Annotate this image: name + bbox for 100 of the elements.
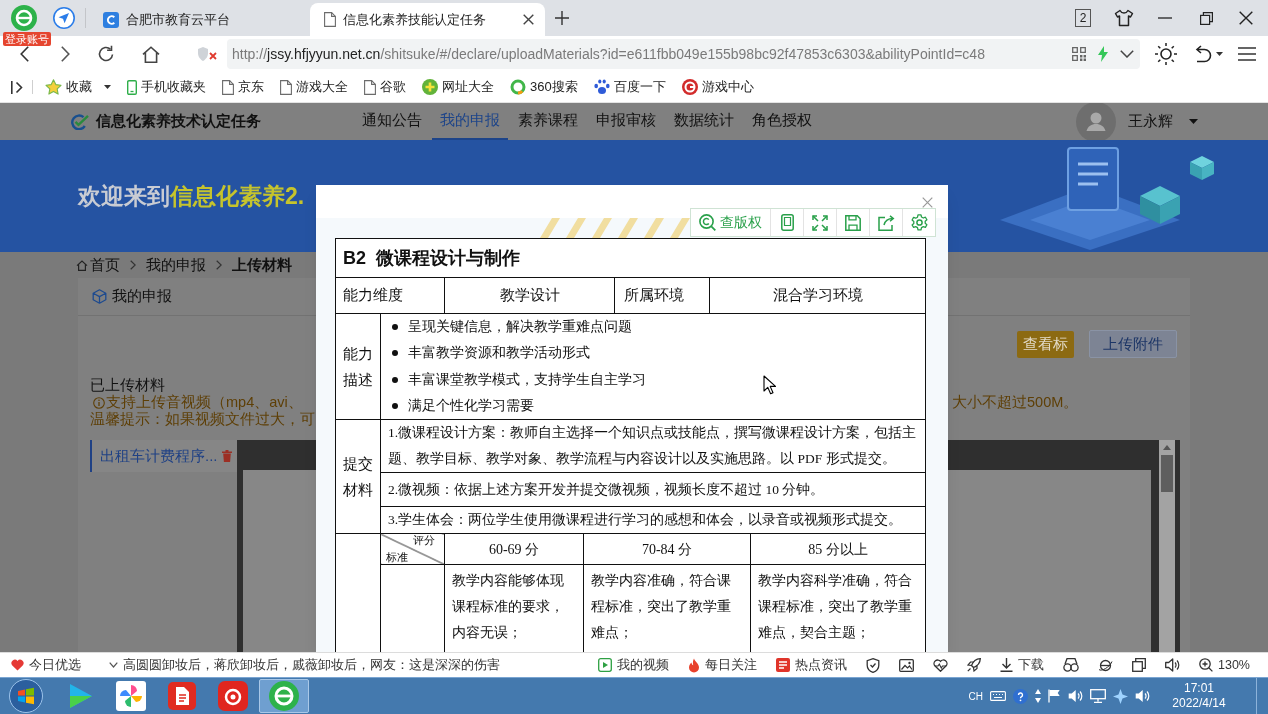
image-icon[interactable] bbox=[899, 658, 914, 672]
view-standard-button[interactable]: 查看标 bbox=[1017, 330, 1074, 358]
page-icon bbox=[222, 79, 234, 95]
browser-icon[interactable] bbox=[1098, 657, 1113, 673]
downloads-button[interactable]: 下载 bbox=[1000, 655, 1044, 675]
window-count-button[interactable]: 2 bbox=[1075, 9, 1091, 27]
target-app-icon bbox=[218, 681, 248, 711]
forward-icon[interactable] bbox=[61, 46, 70, 62]
zoom-level-button[interactable]: 130% bbox=[1199, 655, 1250, 675]
chevron-down-icon[interactable] bbox=[1120, 50, 1134, 58]
page-icon bbox=[364, 79, 376, 95]
zoom-icon bbox=[1199, 658, 1213, 672]
url-text: http://jssy.hfjyyun.net.cn/shitsuke/#/declare/uploadMaterials?id=e611fbb049e155b98bc92f47853c6303&abilityPointId=c48 bbox=[232, 45, 986, 64]
refresh-icon[interactable] bbox=[97, 45, 115, 63]
ring-icon bbox=[510, 79, 526, 95]
nav-tab[interactable]: 申报审核 bbox=[588, 103, 664, 140]
score-level: 60-69 分 bbox=[444, 533, 584, 565]
brightness-icon[interactable] bbox=[1155, 43, 1177, 65]
headline-link[interactable]: 高圆圆卸妆后，蒋欣卸妆后，戚薇卸妆后，网友：这是深深的伤害 bbox=[109, 655, 500, 675]
speaker-icon[interactable] bbox=[1165, 658, 1180, 672]
bookmark-link[interactable]: 网址大全 bbox=[422, 77, 494, 97]
scrollbar[interactable] bbox=[1159, 440, 1175, 652]
hot-news-link[interactable]: 热点资讯 bbox=[776, 655, 847, 675]
share-icon bbox=[877, 214, 895, 231]
close-icon[interactable] bbox=[523, 14, 534, 25]
flame-icon bbox=[688, 657, 700, 673]
browser-tab[interactable]: 合肥市教育云平台 bbox=[96, 3, 310, 36]
close-icon[interactable] bbox=[1239, 11, 1253, 25]
paw-icon bbox=[593, 79, 610, 95]
taskbar-app-button[interactable] bbox=[259, 679, 309, 713]
flag-icon[interactable] bbox=[1048, 689, 1061, 703]
undo-icon[interactable] bbox=[1193, 45, 1213, 63]
nav-tab[interactable]: 通知公告 bbox=[354, 103, 430, 140]
clock-time[interactable]: 17:01 bbox=[1184, 681, 1214, 696]
site-favicon-icon bbox=[103, 11, 119, 28]
clock-date[interactable]: 2022/4/14 bbox=[1172, 696, 1226, 711]
breadcrumb-link[interactable]: 首页 bbox=[90, 253, 120, 277]
language-indicator[interactable]: CH bbox=[968, 688, 983, 704]
sidebar-toggle-icon[interactable] bbox=[11, 80, 24, 94]
bookmark-link[interactable]: 百度一下 bbox=[593, 77, 666, 97]
copyright-check-button[interactable]: 查版权 bbox=[691, 209, 770, 236]
bookmark-link[interactable]: 360搜索 bbox=[510, 77, 578, 97]
up-down-arrows-icon[interactable] bbox=[1035, 689, 1041, 703]
menu-icon[interactable] bbox=[1238, 47, 1256, 61]
nav-tab[interactable]: 角色授权 bbox=[744, 103, 820, 140]
avatar-icon[interactable] bbox=[1076, 103, 1116, 142]
qr-code-icon[interactable] bbox=[1072, 47, 1086, 61]
corner-header-top: 评分 bbox=[413, 534, 435, 548]
bookmark-link[interactable]: 谷歌 bbox=[364, 77, 406, 97]
plus-icon[interactable] bbox=[555, 11, 569, 25]
glasses-icon[interactable] bbox=[1063, 658, 1079, 672]
nav-tab[interactable]: 数据统计 bbox=[666, 103, 742, 140]
caret-icon[interactable] bbox=[104, 85, 111, 89]
description-item: 丰富课堂教学模式，支持学生自主学习 bbox=[408, 370, 646, 389]
breadcrumb-link[interactable]: 我的申报 bbox=[146, 253, 206, 277]
login-badge[interactable]: 登录账号 bbox=[3, 32, 51, 46]
page-icon bbox=[324, 12, 336, 27]
browser-logo-icon[interactable] bbox=[11, 5, 37, 31]
back-icon[interactable] bbox=[20, 46, 29, 62]
bookmark-link[interactable]: 手机收藏夹 bbox=[127, 77, 206, 97]
bookmark-link[interactable]: 收藏 bbox=[45, 77, 111, 97]
breadcrumb-link[interactable]: 上传材料 bbox=[232, 253, 292, 277]
heartbeat-icon[interactable] bbox=[933, 658, 948, 672]
nav-tab[interactable]: 素养课程 bbox=[510, 103, 586, 140]
home-icon[interactable] bbox=[142, 45, 160, 63]
upload-hint: 温馨提示：如果视频文件过大，可 bbox=[90, 411, 315, 428]
start-orb-icon[interactable] bbox=[9, 679, 43, 713]
shield-icon[interactable] bbox=[866, 657, 880, 673]
bookmark-link[interactable]: 游戏大全 bbox=[280, 77, 348, 97]
monitor-icon[interactable] bbox=[1090, 689, 1106, 703]
rocket-icon[interactable] bbox=[967, 658, 981, 672]
circle-logo-icon bbox=[681, 79, 698, 95]
scrollbar-thumb[interactable] bbox=[1161, 455, 1173, 492]
browser-tab[interactable]: 信息化素养技能认定任务 bbox=[310, 3, 545, 36]
chevron-down-icon bbox=[109, 662, 118, 668]
page-icon bbox=[280, 79, 292, 95]
row-label: 能力描述 bbox=[343, 344, 373, 390]
bookmark-link[interactable]: 游戏中心 bbox=[681, 77, 754, 97]
shield-warning-icon[interactable] bbox=[197, 46, 217, 62]
shirt-icon[interactable] bbox=[1114, 9, 1134, 27]
star-icon bbox=[45, 79, 62, 95]
address-bar[interactable]: http://jssy.hfjyyun.net.cn/shitsuke/#/declare/uploadMaterials?id=e611fbb049e155b98bc92f47853c6303&abilityPointId=c48 bbox=[227, 39, 1140, 69]
restore-icon[interactable] bbox=[1200, 11, 1213, 25]
my-videos-link[interactable]: 我的视频 bbox=[598, 655, 669, 675]
caret-icon[interactable] bbox=[1216, 52, 1223, 56]
featured-link[interactable]: 今日优选 bbox=[11, 655, 81, 675]
browser-app-icon bbox=[269, 681, 299, 711]
description-item: 呈现关键信息，解决教学重难点问题 bbox=[408, 318, 632, 336]
bookmark-link[interactable]: 京东 bbox=[222, 77, 264, 97]
daily-focus-link[interactable]: 每日关注 bbox=[688, 655, 757, 675]
scroll-up-icon[interactable] bbox=[1163, 445, 1171, 450]
user-name[interactable]: 王永辉 bbox=[1128, 110, 1173, 133]
chevron-right-icon bbox=[130, 260, 136, 270]
sparkle-icon[interactable] bbox=[1113, 688, 1128, 704]
upload-notice-end: 大小不超过500M。 bbox=[952, 394, 1080, 411]
field-label: 所属环境 bbox=[614, 277, 710, 314]
keyboard-icon[interactable] bbox=[990, 691, 1006, 701]
site-title[interactable]: 信息化素养技术认定任务 bbox=[96, 110, 261, 133]
window-icon[interactable] bbox=[1132, 658, 1146, 672]
help-icon[interactable] bbox=[1013, 688, 1028, 704]
